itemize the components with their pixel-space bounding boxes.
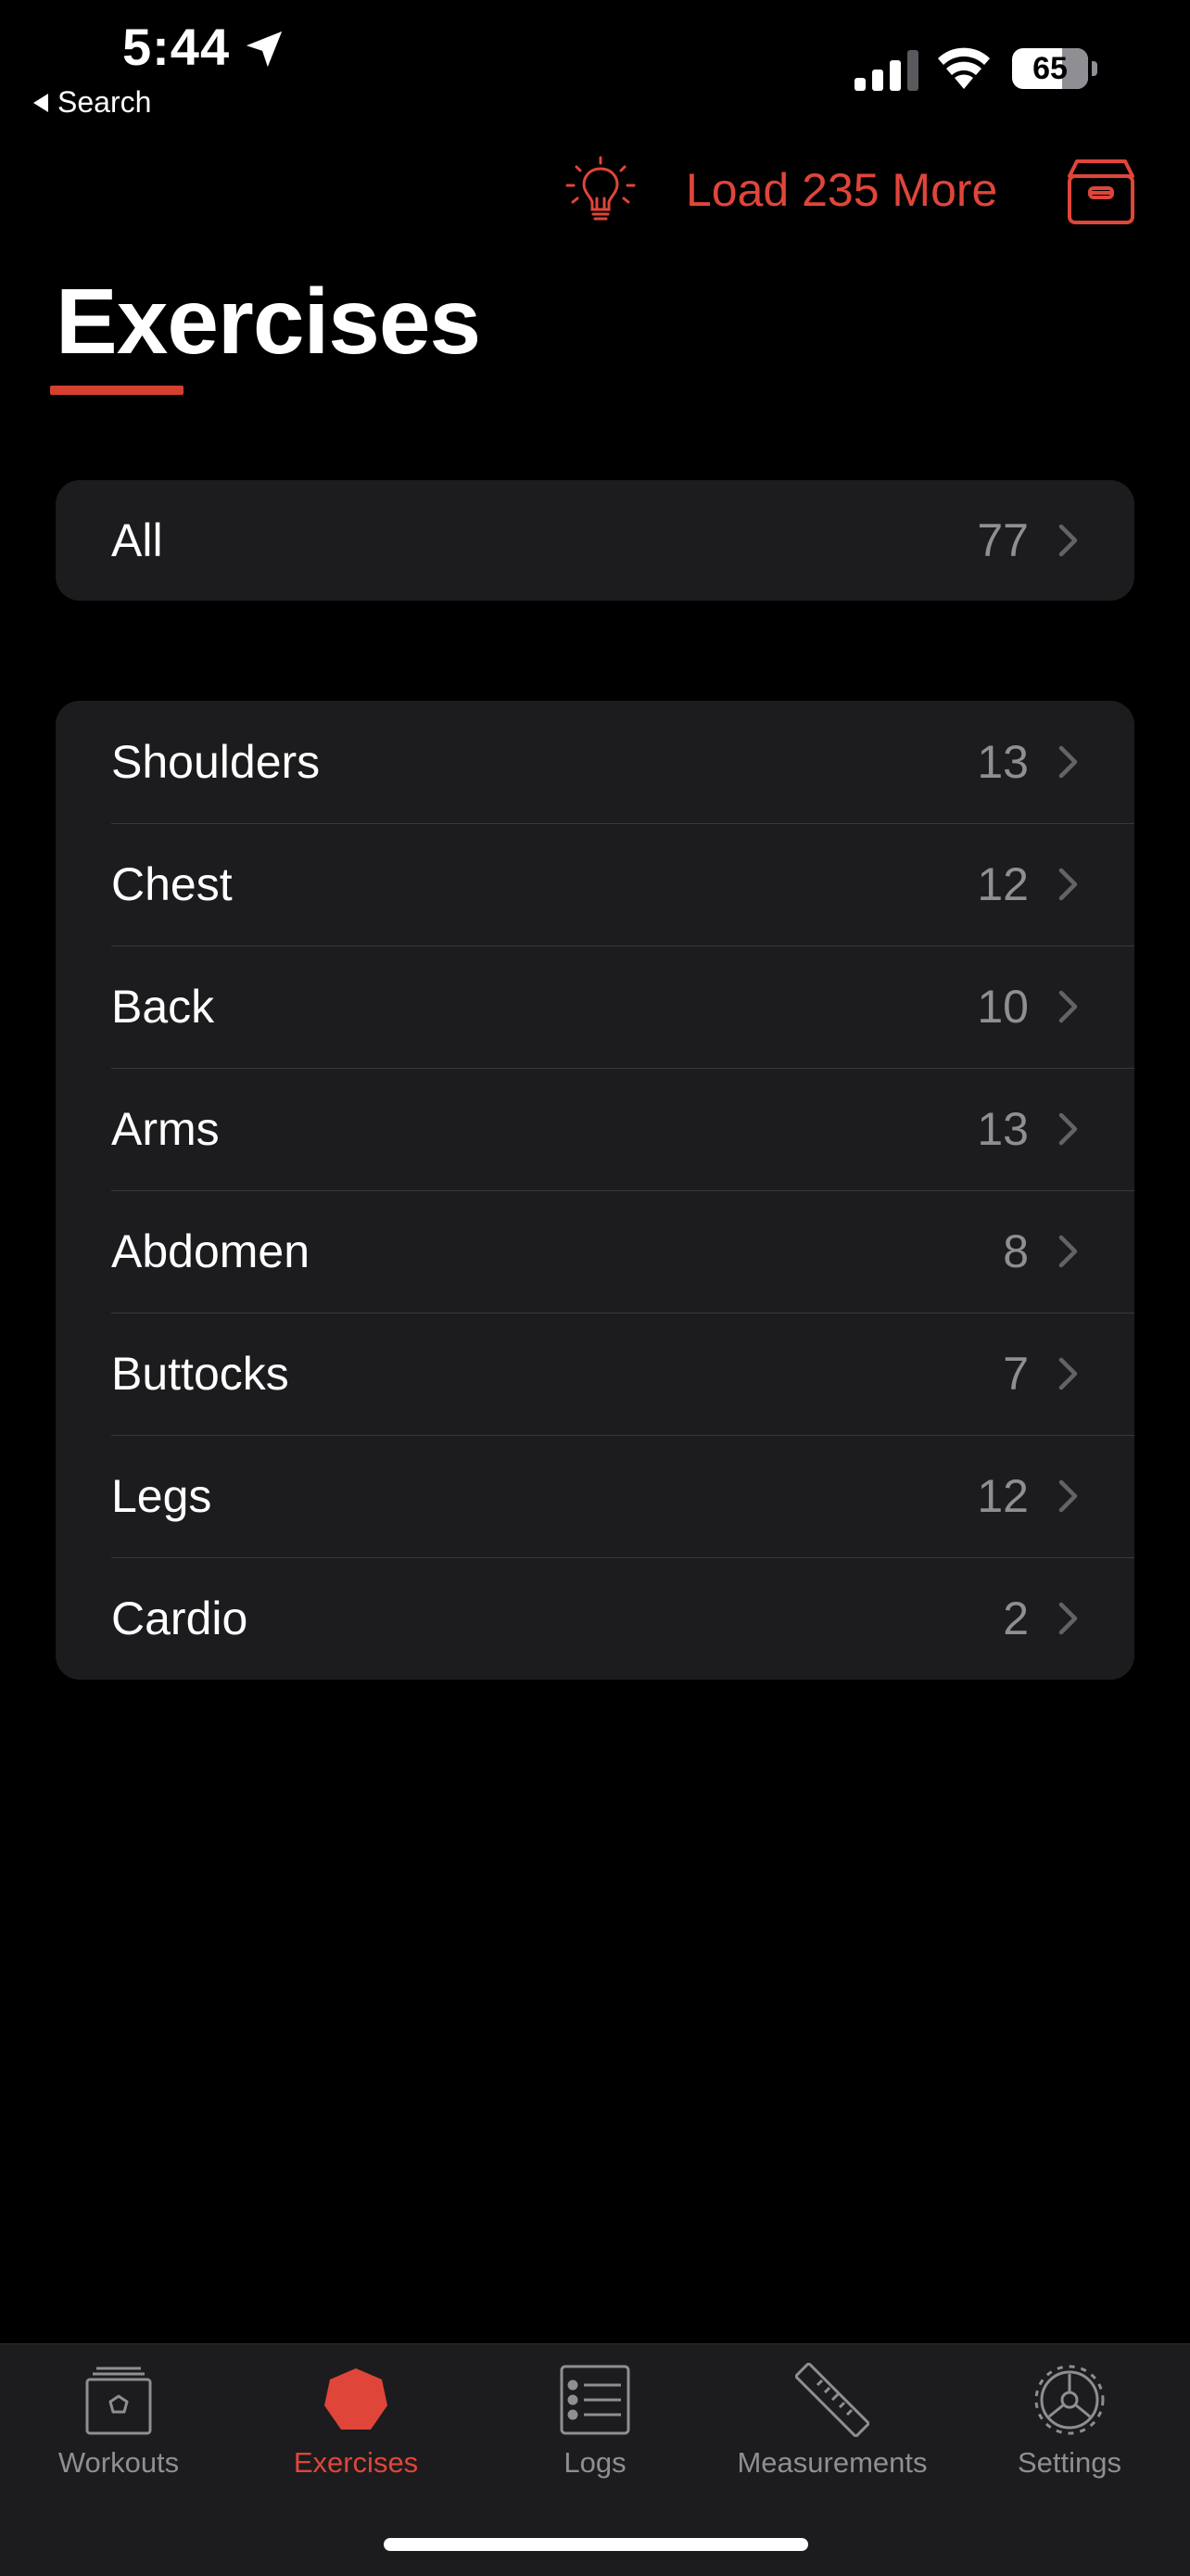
battery-level: 65 (1032, 50, 1068, 86)
tab-label: Settings (1017, 2446, 1121, 2479)
back-search-label: Search (57, 85, 152, 119)
row-count: 13 (977, 736, 1029, 788)
row-count: 7 (1003, 1348, 1029, 1400)
row-count: 12 (977, 1470, 1029, 1522)
chevron-right-icon (1058, 1112, 1078, 1146)
row-label: Arms (111, 1103, 220, 1155)
title-underline (50, 386, 184, 395)
category-row-legs[interactable]: Legs 12 (56, 1435, 1134, 1557)
chevron-right-icon (1058, 1235, 1078, 1268)
tab-workouts[interactable]: Workouts (7, 2363, 230, 2480)
chevron-right-icon (1058, 745, 1078, 779)
page-title: Exercises (56, 270, 481, 374)
row-label: Back (111, 981, 215, 1033)
tab-logs[interactable]: Logs (484, 2363, 706, 2480)
tab-measurements[interactable]: Measurements (721, 2363, 943, 2480)
category-row-shoulders[interactable]: Shoulders 13 (56, 701, 1134, 823)
chevron-right-icon (1058, 1479, 1078, 1513)
tab-label: Logs (563, 2446, 627, 2479)
category-row-buttocks[interactable]: Buttocks 7 (56, 1313, 1134, 1435)
category-row-arms[interactable]: Arms 13 (56, 1068, 1134, 1190)
row-count: 10 (977, 981, 1029, 1033)
row-count: 12 (977, 858, 1029, 910)
archive-box-icon[interactable] (1064, 158, 1138, 226)
ruler-icon (795, 2363, 869, 2437)
tab-exercises[interactable]: Exercises (245, 2363, 467, 2480)
row-label: All (111, 514, 163, 566)
row-count: 8 (1003, 1225, 1029, 1277)
chevron-right-icon (1058, 524, 1078, 557)
logs-list-icon (560, 2365, 630, 2435)
tab-label: Measurements (737, 2446, 928, 2479)
tab-settings[interactable]: Settings (958, 2363, 1181, 2480)
tab-label: Workouts (57, 2446, 180, 2479)
category-row-cardio[interactable]: Cardio 2 (56, 1557, 1134, 1680)
row-label: Shoulders (111, 736, 321, 788)
settings-gear-icon (1034, 2365, 1105, 2435)
category-list: Shoulders 13 Chest 12 Back 10 Arms 13 Ab… (56, 701, 1134, 1680)
wifi-icon (938, 47, 990, 89)
home-indicator[interactable] (384, 2538, 808, 2551)
category-row-chest[interactable]: Chest 12 (56, 823, 1134, 945)
battery-indicator: 65 (1012, 48, 1088, 89)
back-arrow-icon (33, 93, 48, 112)
row-label: Buttocks (111, 1348, 289, 1400)
lightbulb-icon[interactable] (563, 156, 638, 230)
chevron-right-icon (1058, 990, 1078, 1023)
all-exercises-group: All 77 (56, 480, 1134, 601)
category-row-abdomen[interactable]: Abdomen 8 (56, 1190, 1134, 1313)
cellular-signal-icon (855, 50, 918, 91)
chevron-right-icon (1058, 868, 1078, 901)
load-more-button[interactable]: Load 235 More (686, 163, 997, 217)
row-label: Legs (111, 1470, 212, 1522)
row-count: 13 (977, 1103, 1029, 1155)
chevron-right-icon (1058, 1357, 1078, 1390)
all-exercises-row[interactable]: All 77 (56, 480, 1134, 601)
row-label: Abdomen (111, 1225, 310, 1277)
status-time: 5:44 (122, 18, 231, 76)
row-count: 2 (1003, 1593, 1029, 1644)
row-label: Chest (111, 858, 233, 910)
battery-tip (1092, 61, 1097, 76)
tab-label: Exercises (293, 2446, 419, 2479)
row-label: Cardio (111, 1593, 248, 1644)
row-count: 77 (977, 514, 1029, 566)
category-row-back[interactable]: Back 10 (56, 945, 1134, 1068)
chevron-right-icon (1058, 1602, 1078, 1635)
back-to-search-button[interactable]: Search (33, 85, 151, 120)
workouts-icon (85, 2367, 152, 2435)
exercises-icon (324, 2368, 387, 2430)
location-arrow-icon (246, 31, 283, 68)
